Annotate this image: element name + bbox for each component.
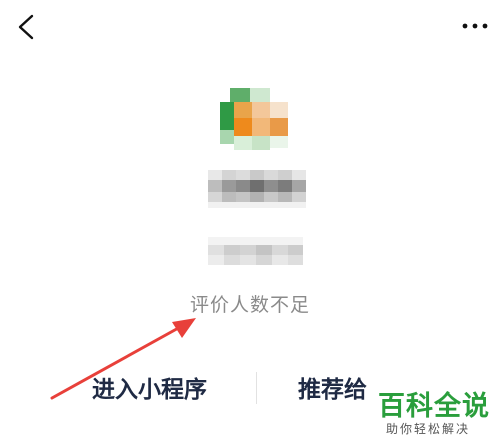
- blurred-account-id: [208, 237, 303, 269]
- blurred-name: [208, 170, 308, 210]
- action-divider: [256, 372, 257, 404]
- chevron-left-icon: [18, 14, 34, 40]
- rating-status-text: 评价人数不足: [189, 294, 310, 316]
- more-options-button[interactable]: [458, 14, 492, 38]
- watermark-subtitle: 助你轻松解决: [386, 422, 471, 436]
- enter-mini-program-button[interactable]: 进入小程序: [92, 370, 207, 410]
- more-dots-icon: [462, 23, 488, 29]
- recommend-to-friend-button[interactable]: 推荐给: [298, 370, 367, 410]
- back-button[interactable]: [12, 10, 42, 44]
- mini-program-avatar: [220, 88, 290, 158]
- action-bar: 进入小程序 推荐给: [0, 362, 500, 418]
